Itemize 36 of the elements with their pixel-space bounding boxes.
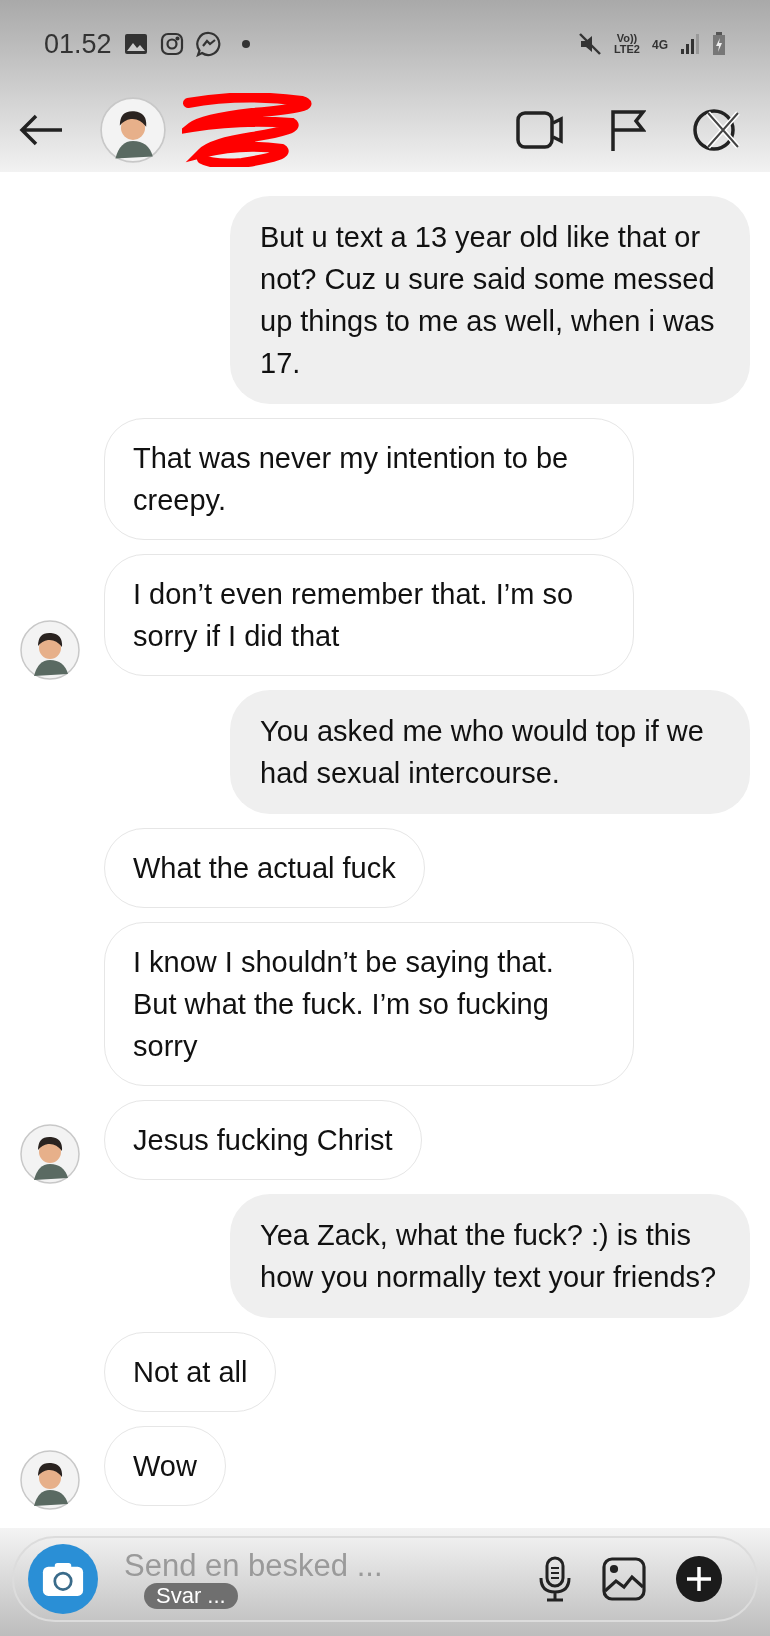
clock: 01.52: [44, 27, 112, 61]
message-bubble: That was never my intention to be creepy.: [104, 418, 634, 540]
gallery-icon: [123, 33, 148, 55]
message-bubble: You asked me who would top if we had sexual intercourse.: [230, 690, 750, 814]
camera-outline-icon: [159, 32, 184, 56]
volte-label: Vo)): [616, 33, 638, 44]
camera-button[interactable]: [28, 1544, 98, 1614]
reply-hint: Svar ...: [144, 1582, 238, 1609]
avatar: [20, 1124, 80, 1184]
video-camera-icon[interactable]: [516, 110, 564, 150]
message-placeholder: Send en besked ...: [124, 1549, 384, 1581]
message-bubble: Not at all: [104, 1332, 277, 1412]
message-composer[interactable]: Send en besked ... Svar ...: [12, 1536, 758, 1622]
message-bubble: I don’t even remember that. I’m so sorry if I did that: [104, 554, 634, 676]
crossed-circle-icon[interactable]: [692, 107, 740, 153]
message-bubble: Wow: [104, 1426, 226, 1506]
camera-icon: [42, 1561, 84, 1597]
mute-icon: [577, 32, 602, 56]
back-arrow-icon[interactable]: [18, 113, 64, 147]
message-bubble: But u text a 13 year old like that or not? Cuz u sure said some messed up things to me as well, when i was 17.: [230, 196, 750, 404]
message-bubble: Jesus fucking Christ: [104, 1100, 422, 1180]
plus-icon[interactable]: [676, 1556, 722, 1602]
chat-bubble-icon: [195, 31, 222, 57]
flag-icon[interactable]: [610, 109, 646, 151]
battery-icon: [712, 32, 726, 56]
microphone-icon[interactable]: [538, 1556, 572, 1602]
avatar: [20, 1450, 80, 1510]
message-bubble: Yea Zack, what the fuck? :) is this how you normally text your friends?: [230, 1194, 750, 1318]
avatar: [20, 620, 80, 680]
image-icon[interactable]: [602, 1557, 646, 1601]
network-type-label: 4G: [652, 37, 668, 54]
network-label: LTE2: [613, 44, 640, 55]
signal-icon: [680, 33, 700, 55]
message-bubble: What the actual fuck: [104, 828, 425, 908]
message-bubble: I know I shouldn’t be saying that. But what the fuck. I’m so fucking sorry: [104, 922, 634, 1086]
avatar: [100, 97, 166, 163]
